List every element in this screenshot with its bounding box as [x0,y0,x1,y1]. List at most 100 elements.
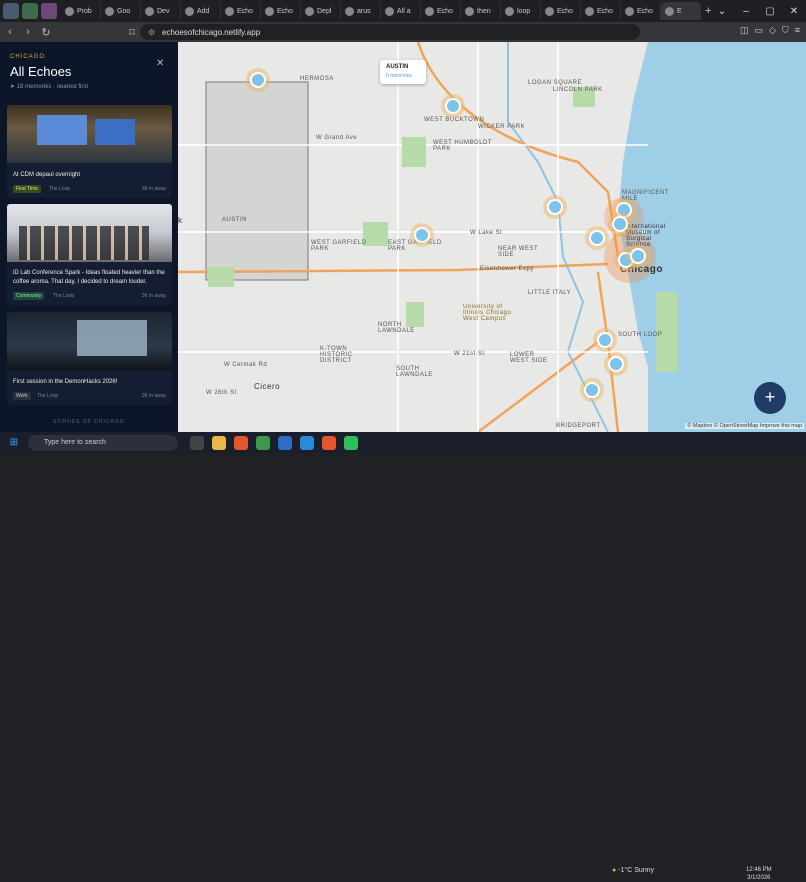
browser-tab[interactable]: Add [181,2,221,20]
city-label: CHICAGO [10,54,46,60]
browser-tab[interactable]: Echo [261,2,301,20]
memory-marker[interactable] [597,332,613,348]
tab-label: E [677,7,682,15]
distance-label: 36 m away [141,393,166,399]
memory-count: ➤ 18 memories · nearest first [10,84,89,90]
memory-marker[interactable] [414,227,430,243]
tab-favicon-icon [305,6,314,16]
date-label: 3/1/2026 [747,875,771,881]
tab-favicon-icon [545,6,554,16]
browser-tab[interactable]: Depl [301,2,341,20]
sidebar-footer: ECHOES OF CHICAGO [53,419,125,425]
browser-tab[interactable]: Goo [101,2,141,20]
menu-icon[interactable]: ≡ [795,25,800,36]
browser-tab[interactable]: Dev [141,2,181,20]
map-attribution[interactable]: © Mapbox © OpenStreetMap Improve this ma… [685,423,804,429]
memory-marker[interactable] [547,199,563,215]
tab-favicon-icon [385,6,394,16]
memory-photo [7,312,172,370]
profile-icon[interactable] [41,3,57,19]
tab-favicon-icon [425,6,434,16]
back-icon[interactable]: ‹ [2,26,18,38]
memory-card[interactable]: iD Lab Conference Spark - Ideas floated … [7,204,172,305]
browser-tab[interactable]: Echo [221,2,261,20]
memory-marker[interactable] [589,230,605,246]
profile-icon[interactable] [22,3,38,19]
bookmark-icon[interactable]: ⌑ [124,26,140,39]
tab-label: Echo [597,7,613,15]
browser-tab[interactable]: Echo [581,2,621,20]
vscode-icon[interactable] [300,435,314,450]
browser-tab[interactable]: E [661,2,701,20]
map-label: NORTH LAWNDALE [378,322,415,334]
location-arrow-icon: ➤ [10,84,17,90]
popup-title: AUSTIN [386,64,409,70]
close-icon[interactable]: ✕ [156,58,164,69]
map-label: MAGNIFICENT MILE [622,190,669,202]
memory-marker[interactable] [584,382,600,398]
forward-icon[interactable]: › [20,26,36,38]
system-clock[interactable]: 12:46 PM 3/1/2026 [746,866,772,882]
sidebar-icon[interactable]: ▭ [755,25,764,36]
maximize-icon[interactable]: ▢ [758,6,782,17]
tab-search-icon[interactable]: ⌄ [710,6,734,17]
profile-icon[interactable] [3,3,19,19]
url-text: echoesofchicago.netlify.app [162,27,261,37]
map-label: Cicero [254,382,281,391]
taskbar-search[interactable]: Type here to search [28,434,178,451]
memory-marker[interactable] [250,72,266,88]
brave-icon[interactable] [234,435,248,450]
browser-tab[interactable]: All a [381,2,421,20]
popup-subtitle: 0 memories [386,73,413,79]
add-memory-button[interactable]: + [754,382,786,414]
map-label: K-TOWN HISTORIC DISTRICT [320,346,353,364]
memory-card[interactable]: At CDM depaul overnight First Time The L… [7,105,172,198]
map-label: LOGAN SQUARE [528,80,583,86]
map-canvas[interactable]: HERMOSA LOGAN SQUARE LINCOLN PARK WEST B… [178,42,806,432]
map-label: WEST BUCKTOWN [424,117,485,123]
url-field[interactable]: ⚙ echoesofchicago.netlify.app [140,24,640,40]
windows-start-icon[interactable]: ⊞ [4,437,24,448]
weather-widget[interactable]: ● -1°C Sunny [612,867,654,874]
map-label: AUSTIN [222,217,248,223]
memory-marker[interactable] [445,98,461,114]
map-label: NEAR WEST SIDE [498,246,539,258]
address-bar-row: ‹ › ↻ ⌑ ⚙ echoesofchicago.netlify.app ◫ … [0,22,806,42]
memory-marker[interactable] [612,216,628,232]
tab-label: Echo [277,7,293,15]
close-window-icon[interactable]: ✕ [782,6,806,17]
mail-icon[interactable] [278,435,292,450]
browser-tab[interactable]: then [461,2,501,20]
file-explorer-icon[interactable] [212,435,226,450]
memory-marker[interactable] [608,356,624,372]
place-label: The Loop [37,393,59,399]
tab-label: loop [517,7,531,15]
map-label: Eisenhower Expy [480,266,534,272]
task-view-icon[interactable] [190,435,204,450]
whatsapp-icon[interactable] [344,435,358,450]
map-label: W 21st St [454,351,485,357]
browser-tab[interactable]: Echo [421,2,461,20]
browser-tab[interactable]: Echo [621,2,661,20]
tab-label: arus [357,7,371,15]
site-info-icon[interactable]: ⚙ [148,28,155,37]
category-tag: Work [13,392,31,400]
search-placeholder: Type here to search [44,439,106,446]
reload-icon[interactable]: ↻ [38,26,54,39]
brave-icon[interactable] [322,435,336,450]
memory-marker[interactable] [630,248,646,264]
map-label: International Museum of Surgical Science [626,224,666,248]
memory-card[interactable]: First session in the DemonHacks 2026! Wo… [7,312,172,405]
map-label: WEST GARFIELD PARK [311,240,367,252]
chrome-icon[interactable] [256,435,270,450]
browser-tab[interactable]: loop [501,2,541,20]
place-label: The Loop [49,186,71,192]
shield-icon[interactable]: ⛉ [782,25,789,36]
place-label: The Loop [53,293,75,299]
wallet-icon[interactable]: ◇ [769,25,776,36]
minimize-icon[interactable]: – [734,6,758,17]
browser-tab[interactable]: Echo [541,2,581,20]
browser-tab[interactable]: Prob [61,2,101,20]
extensions-icon[interactable]: ◫ [740,25,749,36]
browser-tab[interactable]: arus [341,2,381,20]
